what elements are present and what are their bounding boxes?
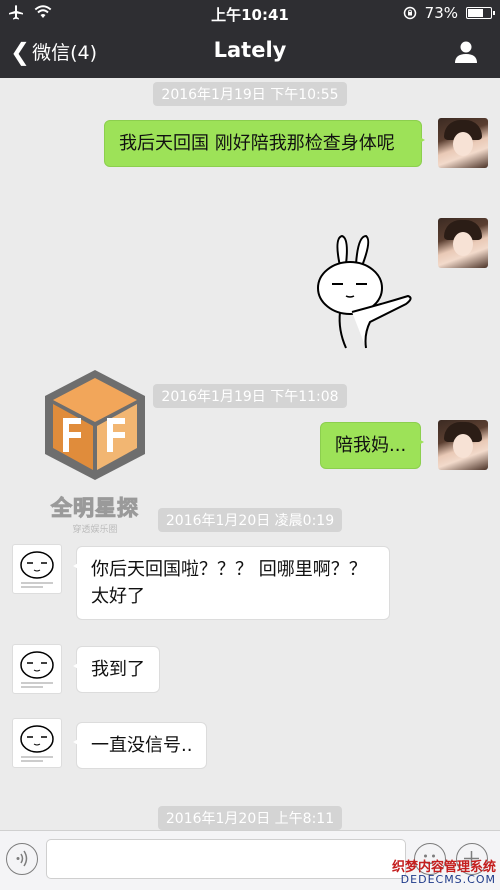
sticker-rabbit[interactable] <box>312 230 416 350</box>
timestamp: 2016年1月19日 下午11:08 <box>0 384 500 408</box>
nav-bar: ❮ 微信(4) Lately <box>0 26 500 78</box>
rotation-lock-icon <box>403 6 416 20</box>
message-bubble-incoming[interactable]: 一直没信号.. <box>72 722 208 769</box>
battery-icon <box>466 7 495 19</box>
avatar[interactable] <box>438 420 488 470</box>
timestamp: 2016年1月19日 下午10:55 <box>0 82 500 106</box>
avatar[interactable] <box>12 644 62 694</box>
status-bar: 上午10:41 73% <box>0 0 500 26</box>
avatar[interactable] <box>12 544 62 594</box>
voice-icon[interactable] <box>6 843 38 875</box>
message-bubble-incoming[interactable]: 我到了 <box>73 646 160 693</box>
person-icon[interactable] <box>454 40 478 64</box>
chat-title: Lately <box>213 38 287 62</box>
chat-area[interactable]: 2016年1月19日 下午10:55 我后天回国 刚好陪我那检查身体呢 全明星探… <box>0 78 500 830</box>
avatar[interactable] <box>438 118 488 168</box>
message-input[interactable] <box>46 839 406 879</box>
message-bubble-incoming[interactable]: 你后天回国啦？？？ 回哪里啊？？太好了 <box>73 546 390 620</box>
timestamp: 2016年1月20日 凌晨0:19 <box>0 508 500 532</box>
message-bubble-outgoing[interactable]: 陪我妈... <box>320 422 425 469</box>
site-watermark-url: DEDECMS.COM <box>400 873 496 887</box>
site-watermark: 织梦内容管理系统 DEDECMS.COM <box>392 861 496 886</box>
message-bubble-outgoing[interactable]: 我后天回国 刚好陪我那检查身体呢 <box>104 120 425 167</box>
timestamp: 2016年1月20日 上午8:11 <box>0 806 500 830</box>
input-bar: 织梦内容管理系统 DEDECMS.COM <box>0 830 500 890</box>
avatar[interactable] <box>438 218 488 268</box>
avatar[interactable] <box>12 718 62 768</box>
battery-percent: 73% <box>424 4 458 22</box>
site-watermark-title: 织梦内容管理系统 <box>391 859 496 875</box>
